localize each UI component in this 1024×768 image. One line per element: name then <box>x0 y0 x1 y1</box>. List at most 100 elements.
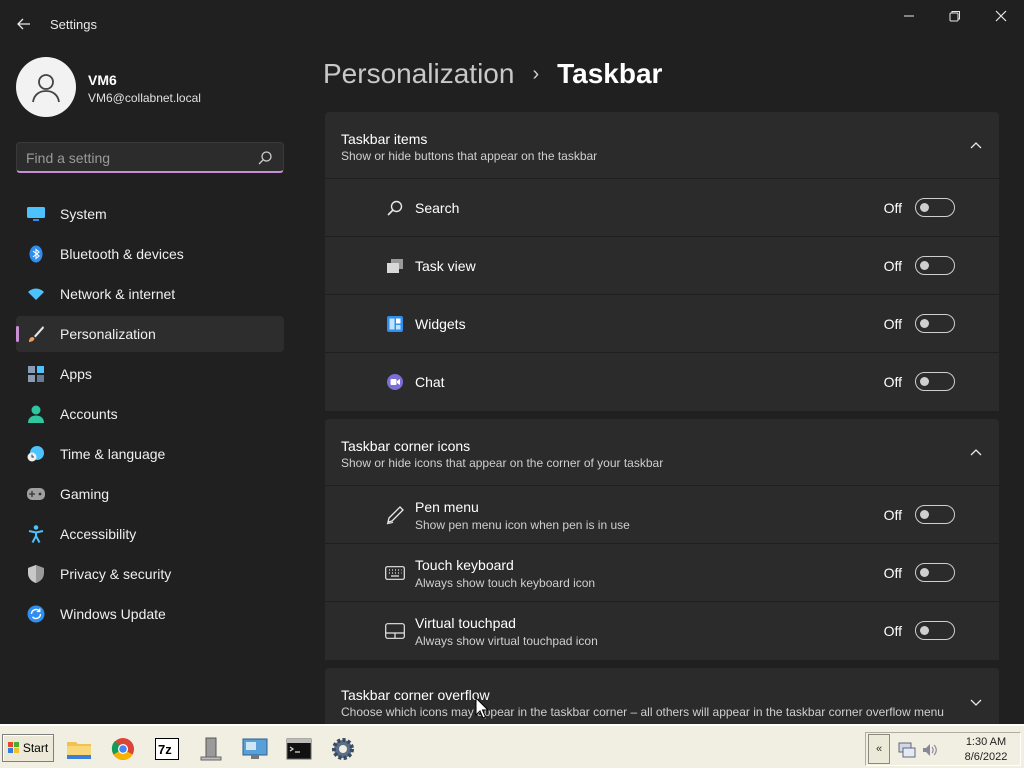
chat-toggle[interactable] <box>915 372 955 391</box>
task-view-toggle[interactable] <box>915 256 955 275</box>
sidebar-item-network[interactable]: Network & internet <box>16 276 284 312</box>
system-tray: « 1:30 AM 8/6/2022 <box>865 732 1021 766</box>
taskbar-items-header[interactable]: Taskbar items Show or hide buttons that … <box>325 112 999 179</box>
wifi-icon <box>27 285 45 303</box>
setting-description: Always show virtual touchpad icon <box>415 634 598 648</box>
chrome-icon[interactable] <box>108 735 138 763</box>
start-label: Start <box>22 741 49 755</box>
user-profile[interactable]: VM6 VM6@collabnet.local <box>16 57 286 117</box>
sidebar-item-label: Windows Update <box>60 606 166 622</box>
search-icon[interactable] <box>257 150 273 166</box>
sidebar-item-label: Bluetooth & devices <box>60 246 184 262</box>
tray-expand-button[interactable]: « <box>868 734 890 764</box>
toggle-knob <box>920 510 929 519</box>
toggle-knob <box>920 319 929 328</box>
settings-search[interactable] <box>16 142 284 173</box>
clock-time[interactable]: 1:30 AM <box>961 736 1011 748</box>
shield-icon <box>27 565 45 583</box>
sidebar-item-label: Personalization <box>60 326 156 342</box>
sidebar-item-label: Privacy & security <box>60 566 172 582</box>
user-name: VM6 <box>88 72 117 88</box>
chevron-down-icon[interactable] <box>969 695 983 709</box>
touch-keyboard-toggle[interactable] <box>915 563 955 582</box>
setting-label: Chat <box>415 374 445 390</box>
avatar[interactable] <box>16 57 76 117</box>
clock-date[interactable]: 8/6/2022 <box>956 751 1016 763</box>
chat-icon <box>385 373 405 391</box>
sidebar-item-privacy[interactable]: Privacy & security <box>16 556 284 592</box>
settings-window: Settings VM6 VM6@collabnet.local System … <box>0 0 1024 724</box>
clock-globe-icon <box>27 445 45 463</box>
sidebar-item-label: Network & internet <box>60 286 176 302</box>
update-icon <box>27 605 45 623</box>
sidebar-item-label: Gaming <box>60 486 110 502</box>
sidebar-item-label: Apps <box>60 366 92 382</box>
active-indicator <box>16 326 19 342</box>
toggle-knob <box>920 568 929 577</box>
sidebar-item-label: System <box>60 206 107 222</box>
sidebar-item-personalization[interactable]: Personalization <box>16 316 284 352</box>
minimize-button[interactable] <box>886 0 932 32</box>
title-bar: Settings <box>0 0 1024 48</box>
widgets-toggle[interactable] <box>915 314 955 333</box>
volume-icon[interactable] <box>922 742 938 758</box>
toggle-state: Off <box>883 200 902 216</box>
sidebar-item-label: Accessibility <box>60 526 137 542</box>
setting-row-touch-keyboard: Touch keyboard Always show touch keyboar… <box>325 544 999 602</box>
remote-desktop-icon[interactable] <box>240 735 270 763</box>
toggle-state: Off <box>883 565 902 581</box>
taskbar-items-group: Taskbar items Show or hide buttons that … <box>325 112 999 411</box>
gamepad-icon <box>27 485 45 503</box>
back-button[interactable] <box>10 12 38 36</box>
file-explorer-icon[interactable] <box>64 735 94 763</box>
arrow-left-icon <box>17 18 30 30</box>
setting-row-search: Search Off <box>325 179 999 237</box>
sidebar-item-time-language[interactable]: Time & language <box>16 436 284 472</box>
pen-menu-toggle[interactable] <box>915 505 955 524</box>
network-icon[interactable] <box>898 742 916 758</box>
breadcrumb-parent[interactable]: Personalization <box>323 58 514 90</box>
server-icon[interactable] <box>196 735 226 763</box>
close-button[interactable] <box>978 0 1024 32</box>
taskbar-corner-overflow-header[interactable]: Taskbar corner overflow Choose which ico… <box>325 668 999 724</box>
brush-icon <box>27 325 45 343</box>
sidebar-item-accessibility[interactable]: Accessibility <box>16 516 284 552</box>
breadcrumb-separator: › <box>532 62 540 85</box>
sidebar-item-label: Accounts <box>60 406 118 422</box>
breadcrumb: Personalization › Taskbar <box>323 58 662 90</box>
sidebar-item-label: Time & language <box>60 446 166 462</box>
setting-row-task-view: Task view Off <box>325 237 999 295</box>
widgets-icon <box>385 315 405 333</box>
chevron-up-icon[interactable] <box>969 139 983 153</box>
sidebar-item-gaming[interactable]: Gaming <box>16 476 284 512</box>
settings-gear-icon[interactable] <box>328 735 358 763</box>
7zip-icon[interactable]: 7z <box>152 735 182 763</box>
sidebar-item-apps[interactable]: Apps <box>16 356 284 392</box>
search-icon <box>385 199 405 217</box>
user-email: VM6@collabnet.local <box>88 91 201 105</box>
restore-button[interactable] <box>932 0 978 32</box>
sidebar-item-system[interactable]: System <box>16 196 284 232</box>
sidebar-item-windows-update[interactable]: Windows Update <box>16 596 284 632</box>
group-subtitle: Show or hide icons that appear on the co… <box>341 456 664 470</box>
sidebar-item-accounts[interactable]: Accounts <box>16 396 284 432</box>
touchpad-icon <box>385 622 405 640</box>
search-toggle[interactable] <box>915 198 955 217</box>
sidebar-item-bluetooth[interactable]: Bluetooth & devices <box>16 236 284 272</box>
bluetooth-icon <box>27 245 45 263</box>
chevron-up-icon[interactable] <box>969 446 983 460</box>
search-input[interactable] <box>26 148 246 168</box>
person-icon <box>27 405 45 423</box>
toggle-state: Off <box>883 507 902 523</box>
terminal-icon[interactable] <box>284 735 314 763</box>
group-title: Taskbar corner icons <box>341 438 471 454</box>
virtual-touchpad-toggle[interactable] <box>915 621 955 640</box>
taskbar: Start 7z « 1:30 AM 8/6/2022 <box>0 724 1024 768</box>
toggle-knob <box>920 203 929 212</box>
close-icon <box>995 10 1007 22</box>
toggle-knob <box>920 626 929 635</box>
group-subtitle: Choose which icons may appear in the tas… <box>341 705 944 719</box>
taskbar-corner-icons-header[interactable]: Taskbar corner icons Show or hide icons … <box>325 419 999 486</box>
task-view-icon <box>385 257 405 275</box>
start-button[interactable]: Start <box>2 734 54 762</box>
